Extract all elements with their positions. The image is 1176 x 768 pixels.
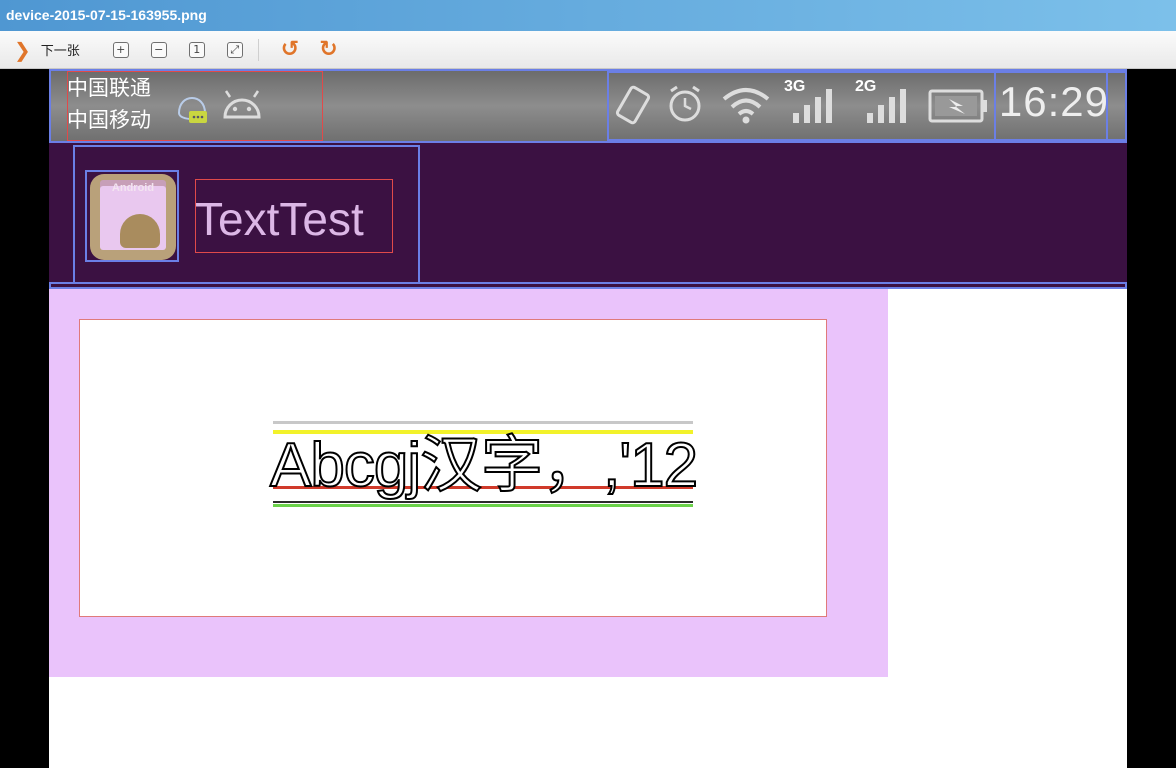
rotate-right-icon[interactable]: ↻ — [319, 38, 337, 61]
fit-window-icon[interactable]: ⤢ — [226, 41, 243, 58]
rotate-left-icon[interactable]: ↺ — [281, 38, 299, 61]
status-bar: 中国联通 中国移动 3G 2G 16:29 — [49, 69, 1127, 143]
wifi-icon — [722, 88, 770, 124]
carrier-1: 中国联通 — [67, 76, 151, 100]
signal-1-icon — [793, 89, 832, 123]
device-screen: 中国联通 中国移动 3G 2G 16:29 Android TextTest A… — [49, 69, 1127, 768]
text-view: Abcgj汉字，,'12 — [79, 319, 827, 617]
carrier-info: 中国联通 中国移动 — [67, 72, 151, 136]
zoom-out-icon[interactable]: − — [150, 41, 167, 58]
status-clock: 16:29 — [998, 78, 1109, 125]
qq-notification-icon — [177, 97, 207, 123]
android-notification-icon — [223, 90, 261, 119]
android-robot-icon — [120, 214, 160, 248]
top-line — [273, 421, 693, 424]
carrier-2: 中国移动 — [67, 108, 151, 132]
window-title: device-2015-07-15-163955.png — [0, 0, 1176, 31]
app-icon[interactable]: Android — [90, 174, 176, 260]
vibrate-icon — [615, 85, 651, 125]
signal-2-icon — [867, 89, 906, 123]
viewer-toolbar: ❯ 下一张 + − 1 ⤢ ↺ ↻ — [0, 31, 1176, 69]
action-bar: Android TextTest — [49, 143, 1127, 288]
toolbar-separator — [257, 38, 259, 61]
chevron-right-icon: ❯ — [14, 37, 31, 62]
app-title: TextTest — [195, 193, 364, 245]
next-image-label: 下一张 — [40, 44, 80, 59]
alarm-icon — [669, 85, 701, 122]
sample-text: Abcgj汉字，,'12 — [269, 430, 699, 501]
actual-size-icon[interactable]: 1 — [188, 41, 205, 58]
battery-charging-icon — [928, 89, 987, 123]
bottom-line — [273, 504, 693, 507]
zoom-in-icon[interactable]: + — [112, 41, 129, 58]
app-icon-label: Android — [111, 182, 155, 194]
next-image-button[interactable]: ❯ 下一张 — [14, 40, 80, 60]
